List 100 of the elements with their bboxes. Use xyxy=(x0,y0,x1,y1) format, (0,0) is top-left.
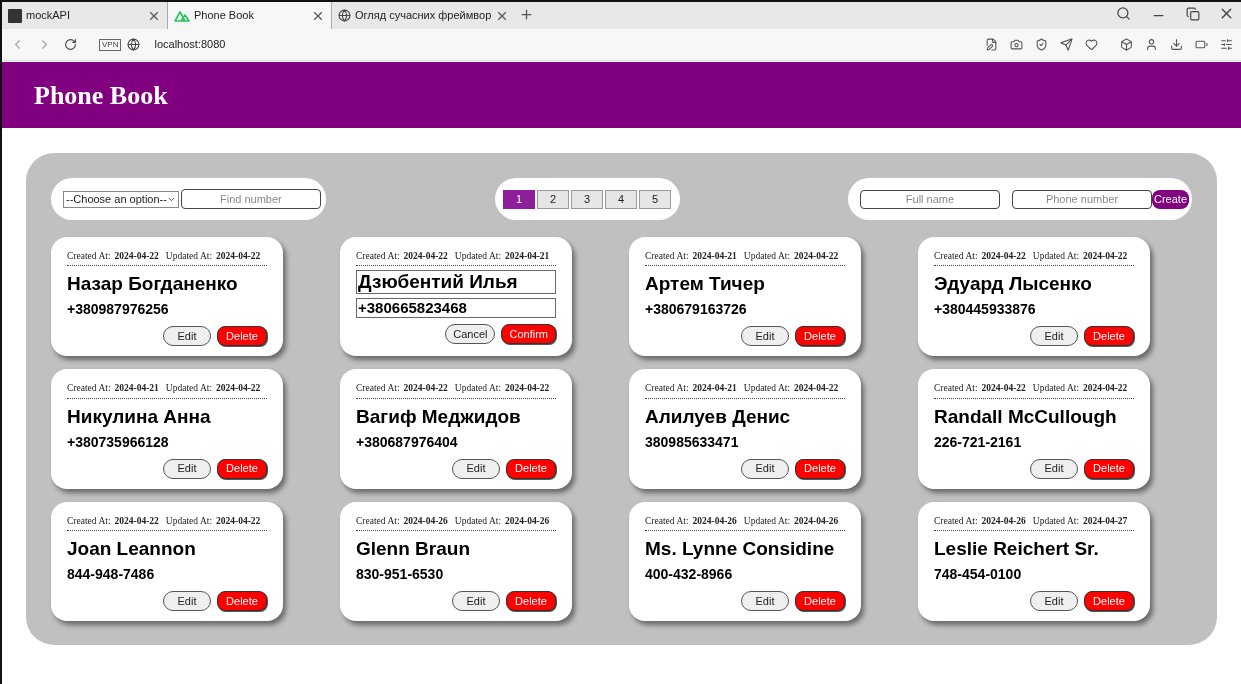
created-label: Created At: xyxy=(934,514,978,528)
delete-button[interactable]: Delete xyxy=(795,590,845,611)
created-date: 2024-04-22 xyxy=(403,382,448,396)
contact-phone: 844-948-7486 xyxy=(67,564,156,583)
updated-date: 2024-04-26 xyxy=(505,514,550,528)
search-field[interactable]: Find number xyxy=(180,189,321,209)
updated-label: Updated At: xyxy=(165,250,213,263)
create-button[interactable]: Create xyxy=(1152,189,1190,209)
edit-button[interactable]: Edit xyxy=(741,326,789,347)
full-name-field[interactable]: Full name xyxy=(860,189,1000,209)
heart-icon[interactable] xyxy=(1085,38,1098,51)
contact-phone: +380735966128 xyxy=(67,432,170,451)
delete-button[interactable]: Delete xyxy=(217,458,267,479)
address-field[interactable]: localhost:8080 xyxy=(154,36,226,53)
vpn-badge[interactable]: VPN xyxy=(99,38,122,51)
delete-button[interactable]: Delete xyxy=(1084,326,1134,347)
delete-button[interactable]: Delete xyxy=(506,458,556,479)
delete-button[interactable]: Delete xyxy=(217,590,267,611)
contact-phone: 400-432-8966 xyxy=(645,564,734,583)
sliders-icon[interactable] xyxy=(1220,38,1233,51)
updated-label: Updated At: xyxy=(1032,514,1080,528)
send-icon[interactable] xyxy=(1060,38,1073,51)
cube-icon[interactable] xyxy=(1120,38,1133,51)
updated-date: 2024-04-22 xyxy=(216,514,261,528)
delete-button[interactable]: Delete xyxy=(506,590,556,611)
tab-title: mockAPI xyxy=(26,8,71,24)
edit-button[interactable]: Edit xyxy=(1030,326,1078,347)
updated-date: 2024-04-22 xyxy=(1083,382,1128,396)
edit-button[interactable]: Edit xyxy=(163,326,211,347)
contact-name: Joan Leannon xyxy=(67,536,197,561)
edit-button[interactable]: Edit xyxy=(452,590,500,611)
created-label: Created At: xyxy=(356,382,400,396)
page-button[interactable]: 3 xyxy=(571,189,603,209)
contact-name: Randall McCullough xyxy=(934,404,1118,429)
edit-button[interactable]: Edit xyxy=(452,458,500,479)
created-date: 2024-04-22 xyxy=(114,250,159,263)
cancel-button[interactable]: Cancel xyxy=(445,324,496,345)
option-select[interactable]: --Choose an option-- xyxy=(63,190,179,208)
page-button[interactable]: 5 xyxy=(639,189,671,209)
shield-icon[interactable] xyxy=(1035,38,1048,51)
contact-phone: 830-951-6530 xyxy=(356,564,445,583)
delete-button[interactable]: Delete xyxy=(217,326,267,347)
created-label: Created At: xyxy=(356,514,400,528)
updated-label: Updated At: xyxy=(743,382,791,396)
page-button[interactable]: 4 xyxy=(605,189,637,209)
contact-name: Glenn Braun xyxy=(356,536,471,561)
updated-label: Updated At: xyxy=(1032,382,1080,396)
created-label: Created At: xyxy=(934,250,978,263)
created-date: 2024-04-21 xyxy=(692,382,737,396)
updated-date: 2024-04-22 xyxy=(505,382,550,396)
edit-button[interactable]: Edit xyxy=(1030,590,1078,611)
created-date: 2024-04-22 xyxy=(981,250,1026,263)
phone-number-field[interactable]: Phone number xyxy=(1012,189,1152,209)
created-label: Created At: xyxy=(67,514,111,528)
mountain-logo-icon xyxy=(174,9,190,22)
new-tab-icon[interactable] xyxy=(519,7,535,22)
created-label: Created At: xyxy=(356,250,400,263)
camera-icon[interactable] xyxy=(1010,38,1023,51)
app-logo-icon xyxy=(8,8,22,23)
contact-name: Leslie Reichert Sr. xyxy=(934,536,1100,561)
edit-button[interactable]: Edit xyxy=(163,458,211,479)
updated-label: Updated At: xyxy=(1032,250,1080,263)
globe-icon xyxy=(338,9,351,22)
battery-icon[interactable] xyxy=(1195,38,1208,51)
created-label: Created At: xyxy=(645,514,689,528)
confirm-button[interactable]: Confirm xyxy=(501,324,556,345)
contact-name: Назар Богданенко xyxy=(67,272,239,297)
name-input[interactable]: Дзюбентий Илья xyxy=(356,270,556,295)
restore-icon[interactable] xyxy=(1186,7,1200,21)
contact-name: Ms. Lynne Considine xyxy=(645,536,836,561)
created-label: Created At: xyxy=(67,382,111,396)
contact-phone: +380445933876 xyxy=(934,300,1037,319)
updated-date: 2024-04-22 xyxy=(1083,250,1128,263)
created-date: 2024-04-26 xyxy=(692,514,737,528)
delete-button[interactable]: Delete xyxy=(1084,590,1134,611)
edit-button[interactable]: Edit xyxy=(741,590,789,611)
updated-date: 2024-04-22 xyxy=(216,382,261,396)
updated-label: Updated At: xyxy=(165,382,213,396)
delete-button[interactable]: Delete xyxy=(1084,458,1134,479)
delete-button[interactable]: Delete xyxy=(795,326,845,347)
updated-date: 2024-04-27 xyxy=(1083,514,1128,528)
contact-phone: +380687976404 xyxy=(356,432,459,451)
created-date: 2024-04-22 xyxy=(114,514,159,528)
created-label: Created At: xyxy=(645,382,689,396)
user-icon[interactable] xyxy=(1145,38,1158,51)
edit-icon[interactable] xyxy=(985,38,998,51)
page-button[interactable]: 1 xyxy=(503,189,535,209)
search-icon[interactable] xyxy=(1116,6,1131,21)
browser-tab[interactable]: Phone Book xyxy=(167,2,332,29)
created-date: 2024-04-21 xyxy=(692,250,737,263)
contact-name: Никулина Анна xyxy=(67,404,212,429)
contact-phone: +380987976256 xyxy=(67,300,170,319)
reload-icon[interactable] xyxy=(64,38,77,51)
edit-button[interactable]: Edit xyxy=(163,590,211,611)
edit-button[interactable]: Edit xyxy=(741,458,789,479)
edit-button[interactable]: Edit xyxy=(1030,458,1078,479)
delete-button[interactable]: Delete xyxy=(795,458,845,479)
download-icon[interactable] xyxy=(1170,38,1183,51)
page-button[interactable]: 2 xyxy=(537,189,569,209)
phone-input[interactable]: +380665823468 xyxy=(356,298,556,319)
